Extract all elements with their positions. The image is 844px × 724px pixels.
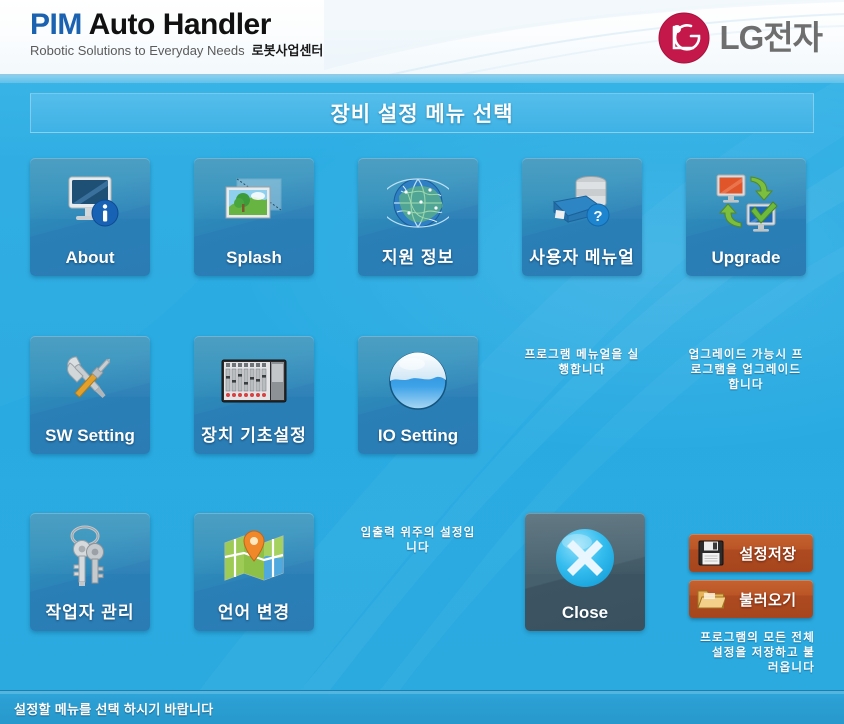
app-header: PIM Auto Handler Robotic Solutions to Ev… bbox=[0, 0, 844, 76]
floppy-save-icon bbox=[694, 540, 728, 566]
tile-device-basic-setting[interactable]: 장치 기초설정 bbox=[194, 336, 314, 454]
tile-about[interactable]: About bbox=[30, 158, 150, 276]
main-content: 장비 설정 메뉴 선택 About 프로그램의 기본 정보를 표시 합니다 bbox=[0, 76, 844, 690]
lg-logo-mark-icon bbox=[658, 12, 710, 64]
tile-label: SW Setting bbox=[45, 426, 135, 445]
rack-device-icon bbox=[194, 345, 314, 417]
brand-pim-text: PIM bbox=[30, 8, 82, 41]
picture-icon bbox=[194, 167, 314, 239]
tile-splash[interactable]: Splash bbox=[194, 158, 314, 276]
tile-label: Close bbox=[561, 603, 609, 622]
tile-user-manual[interactable]: ? 사용자 메뉴얼 bbox=[522, 158, 642, 276]
upgrade-icon bbox=[686, 167, 806, 239]
tile-io-setting[interactable]: IO Setting bbox=[358, 336, 478, 454]
keys-icon bbox=[30, 522, 150, 594]
monitor-info-icon bbox=[30, 167, 150, 239]
status-bar-highlight bbox=[0, 691, 844, 694]
content-top-strip bbox=[0, 76, 844, 83]
application-window: PIM Auto Handler Robotic Solutions to Ev… bbox=[0, 0, 844, 724]
tile-label: 지원 정보 bbox=[381, 248, 455, 267]
tile-label: Upgrade bbox=[711, 248, 781, 267]
caption-save-load: 프로그램의 모든 전체 설정을 저장하고 불 러옵니다 bbox=[700, 632, 815, 674]
svg-text:?: ? bbox=[593, 208, 602, 225]
tile-label: 언어 변경 bbox=[217, 603, 291, 622]
load-settings-label: 불러오기 bbox=[739, 591, 797, 609]
tile-label: 사용자 메뉴얼 bbox=[529, 248, 635, 267]
brand-rest-text: Auto Handler bbox=[81, 8, 272, 41]
save-settings-label: 설정저장 bbox=[739, 545, 797, 563]
tools-icon bbox=[30, 345, 150, 417]
tile-support-info[interactable]: 지원 정보 bbox=[358, 158, 478, 276]
tile-label: 장치 기초설정 bbox=[201, 426, 307, 445]
save-settings-button[interactable]: 설정저장 bbox=[689, 534, 813, 572]
tile-label: Splash bbox=[226, 248, 282, 267]
tile-operator-management[interactable]: 작업자 관리 bbox=[30, 513, 150, 631]
caption-io-setting: 입출력 위주의 설정입 니다 bbox=[360, 527, 476, 554]
caption-upgrade: 업그레이드 가능시 프 로그램을 업그레이드 합니다 bbox=[688, 349, 804, 391]
page-title: 장비 설정 메뉴 선택 bbox=[330, 103, 514, 126]
tile-label: IO Setting bbox=[377, 426, 459, 445]
lg-logo: LG전자 bbox=[658, 12, 823, 64]
tile-label: 작업자 관리 bbox=[45, 603, 135, 622]
tagline-english: Robotic Solutions to Everyday Needs bbox=[30, 43, 245, 58]
brand-tagline: Robotic Solutions to Everyday Needs 로봇사업센… bbox=[30, 43, 323, 59]
tagline-korean: 로봇사업센터 bbox=[251, 43, 324, 58]
tile-close[interactable]: Close bbox=[525, 513, 645, 631]
lg-logo-text: LG전자 bbox=[719, 19, 823, 56]
tile-sw-setting[interactable]: SW Setting bbox=[30, 336, 150, 454]
caption-user-manual: 프로그램 메뉴얼을 실 행합니다 bbox=[524, 349, 640, 376]
app-title: PIM Auto Handler bbox=[30, 8, 323, 42]
globe-icon bbox=[358, 167, 478, 239]
tile-label: About bbox=[65, 248, 115, 267]
close-circle-icon bbox=[525, 522, 645, 594]
folder-open-icon bbox=[694, 587, 728, 611]
tile-upgrade[interactable]: Upgrade bbox=[686, 158, 806, 276]
page-title-bar: 장비 설정 메뉴 선택 bbox=[30, 93, 814, 133]
status-bar-message: 설정할 메뉴를 선택 하시기 바랍니다 bbox=[14, 702, 214, 717]
sphere-icon bbox=[358, 345, 478, 417]
tile-language-change[interactable]: 언어 변경 bbox=[194, 513, 314, 631]
map-pin-icon bbox=[194, 522, 314, 594]
load-settings-button[interactable]: 불러오기 bbox=[689, 580, 813, 618]
status-bar: 설정할 메뉴를 선택 하시기 바랍니다 bbox=[0, 690, 844, 724]
book-help-icon: ? bbox=[522, 167, 642, 239]
brand-block: PIM Auto Handler Robotic Solutions to Ev… bbox=[30, 8, 323, 59]
